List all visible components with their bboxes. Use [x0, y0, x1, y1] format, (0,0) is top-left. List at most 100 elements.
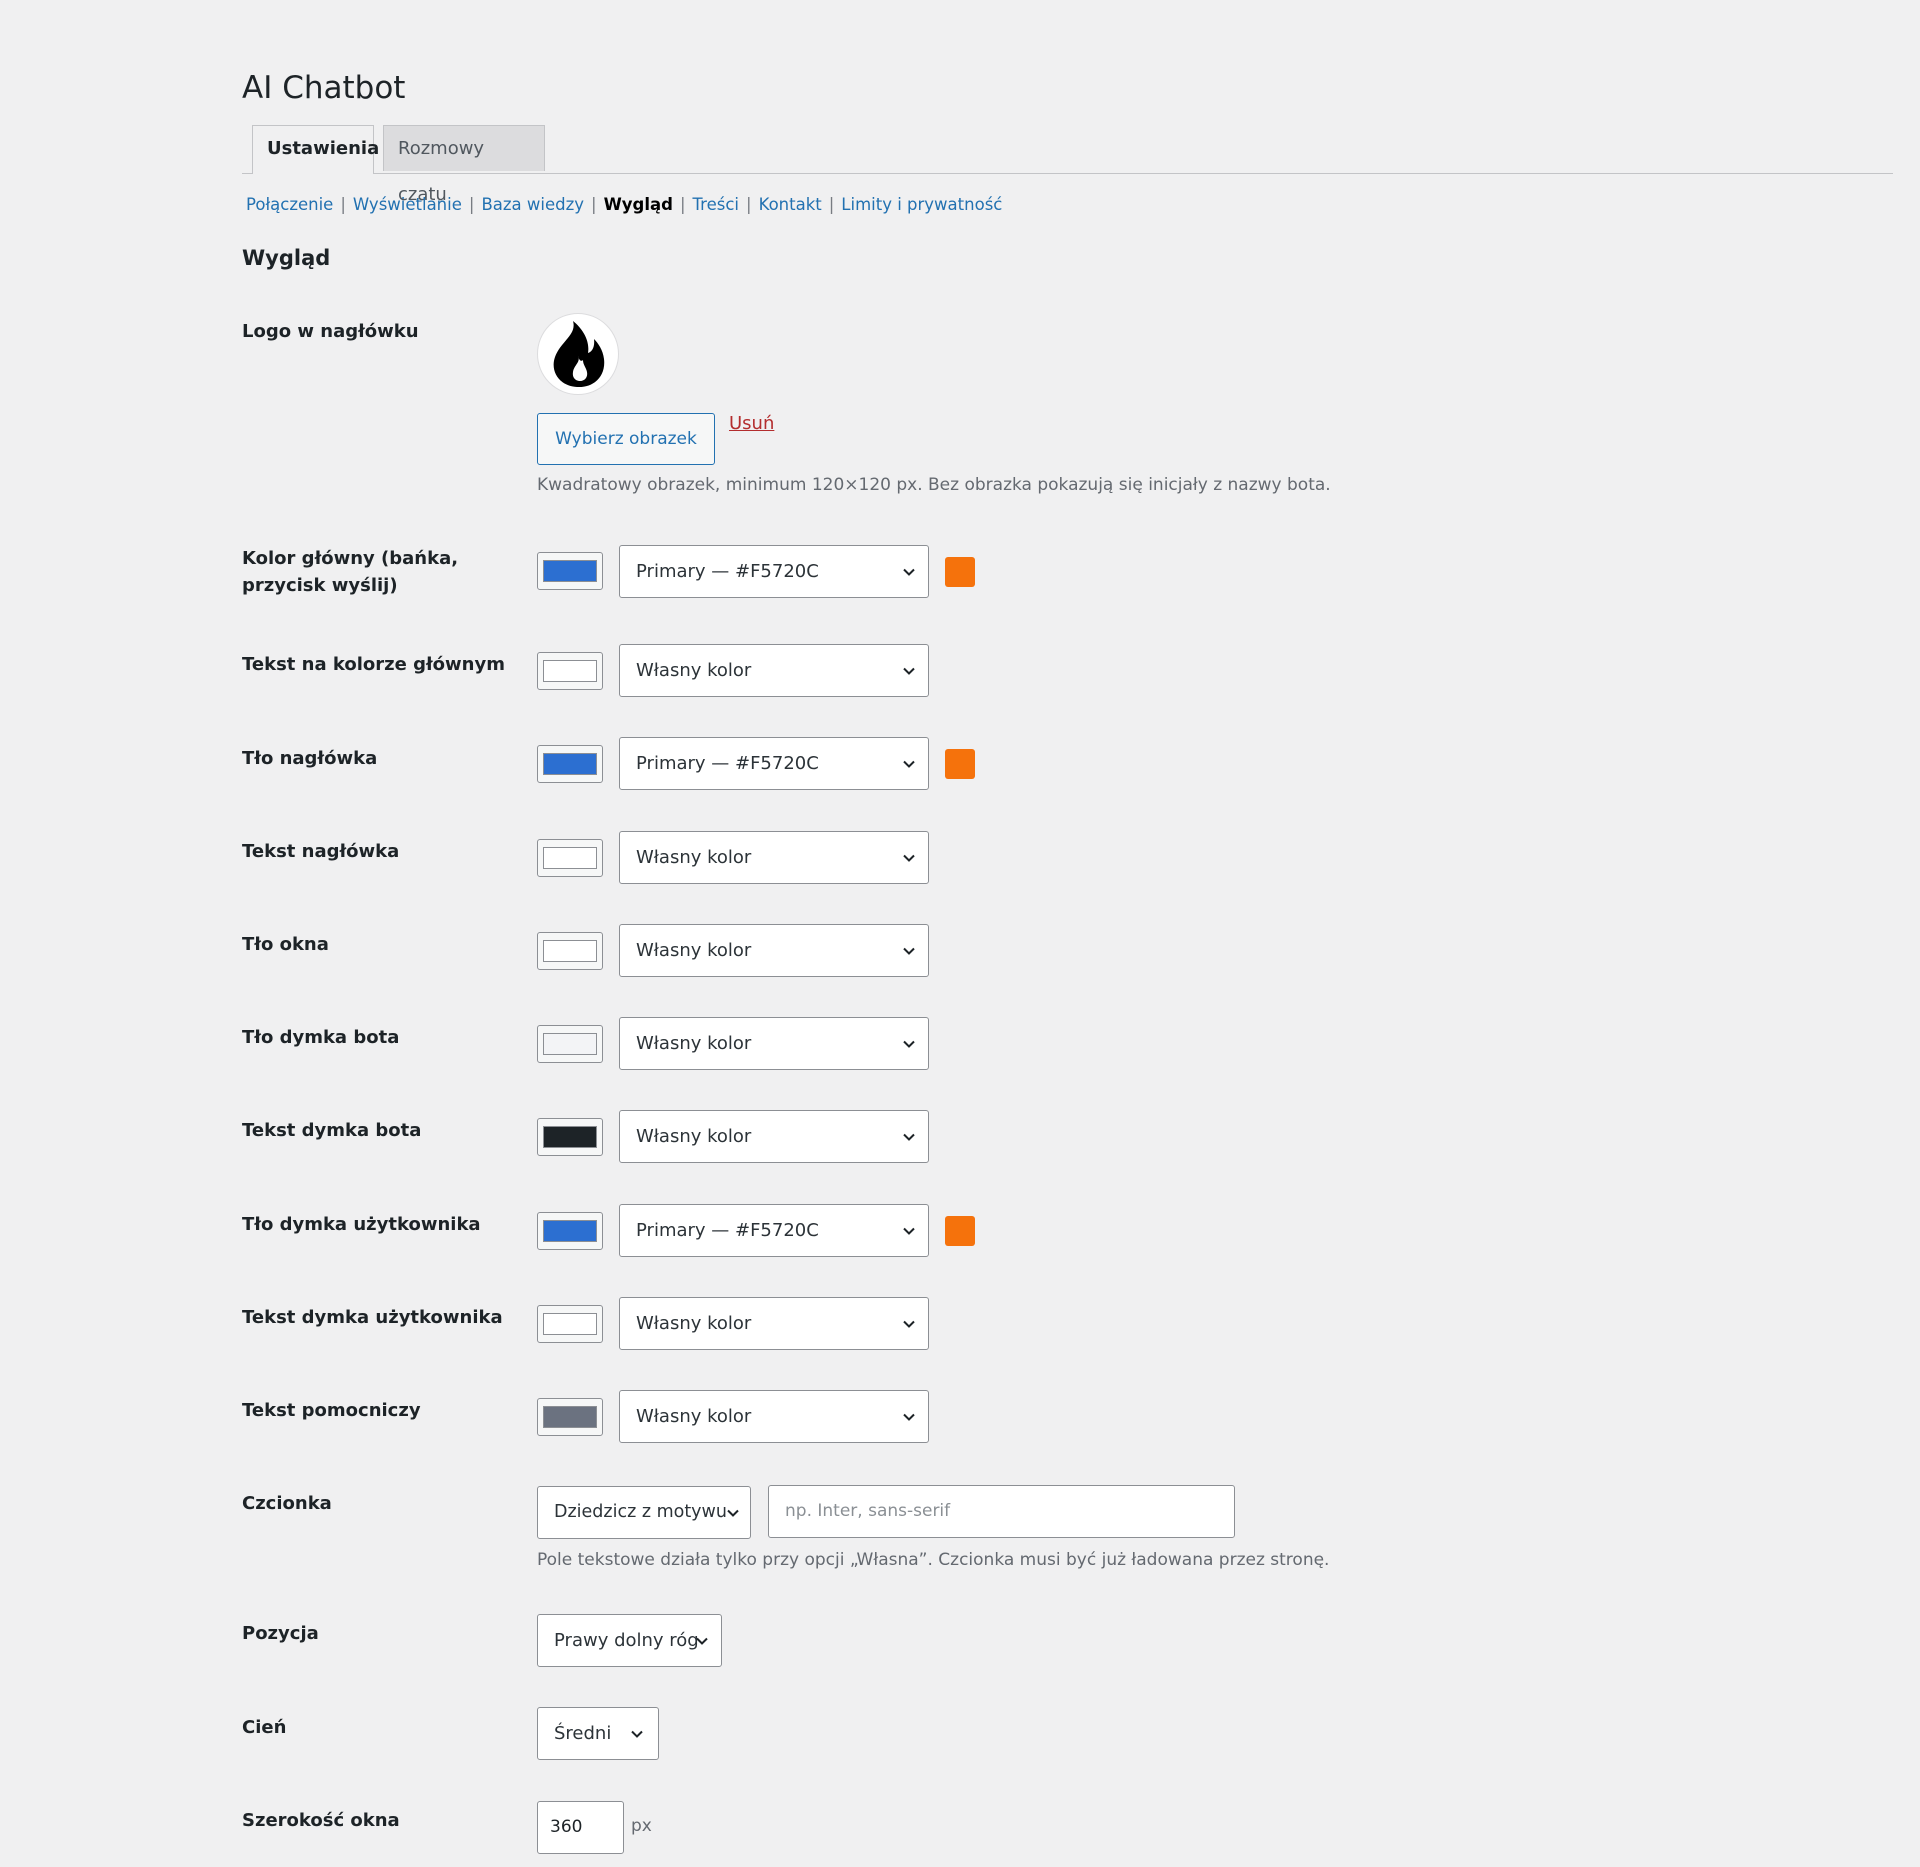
- choose-image-button[interactable]: Wybierz obrazek: [537, 413, 715, 465]
- color-preset-select[interactable]: Własny kolor: [619, 831, 929, 884]
- subnav-separator: |: [340, 195, 346, 214]
- flame-icon: [553, 321, 605, 388]
- custom-font-input[interactable]: np. Inter, sans-serif: [768, 1485, 1235, 1538]
- chevron-down-icon: [903, 1413, 915, 1421]
- color-picker-button[interactable]: [537, 552, 603, 590]
- chevron-down-icon: [903, 854, 915, 862]
- font-label: Czcionka: [242, 1493, 332, 1514]
- width-unit: px: [631, 1816, 652, 1836]
- select-value: Dziedzicz z motywu: [554, 1502, 727, 1522]
- select-value: Primary — #F5720C: [636, 1220, 819, 1241]
- select-value: Własny kolor: [636, 1126, 752, 1147]
- subnav-separator: |: [679, 195, 686, 214]
- select-value: Własny kolor: [636, 1033, 752, 1054]
- logo-description: Kwadratowy obrazek, minimum 120×120 px. …: [537, 475, 1331, 495]
- select-value: Primary — #F5720C: [636, 753, 819, 774]
- subnav-appearance[interactable]: Wygląd: [604, 195, 673, 214]
- chevron-down-icon: [903, 1320, 915, 1328]
- color-label: Tło okna: [242, 934, 329, 955]
- color-picker-button[interactable]: [537, 1305, 603, 1343]
- color-label: Kolor główny (bańka, przycisk wyślij): [242, 548, 459, 596]
- color-swatch: [543, 847, 597, 869]
- select-value: Własny kolor: [636, 1406, 752, 1427]
- color-label: Tło dymka użytkownika: [242, 1214, 481, 1235]
- preset-color-preview: [945, 557, 975, 587]
- color-preset-select[interactable]: Primary — #F5720C: [619, 737, 929, 790]
- subnav-separator: |: [746, 195, 752, 214]
- color-swatch: [543, 1220, 597, 1242]
- color-preset-select[interactable]: Własny kolor: [619, 1017, 929, 1070]
- position-label: Pozycja: [242, 1623, 319, 1644]
- subnav-separator: |: [828, 195, 835, 214]
- color-swatch: [543, 1406, 597, 1428]
- subnav-separator: |: [468, 195, 475, 214]
- color-picker-button[interactable]: [537, 1118, 603, 1156]
- select-value: Własny kolor: [636, 940, 752, 961]
- color-swatch: [543, 1033, 597, 1055]
- select-value: Średni: [554, 1723, 612, 1744]
- subnav-display[interactable]: Wyświetlanie: [353, 195, 462, 214]
- tab-settings[interactable]: Ustawienia: [252, 125, 379, 174]
- color-picker-button[interactable]: [537, 652, 603, 690]
- window-width-label: Szerokość okna: [242, 1810, 400, 1831]
- chevron-down-icon: [903, 1227, 915, 1235]
- select-value: Własny kolor: [636, 847, 752, 868]
- shadow-label: Cień: [242, 1717, 287, 1738]
- color-picker-button[interactable]: [537, 745, 603, 783]
- color-preset-select[interactable]: Własny kolor: [619, 644, 929, 697]
- page-title: AI Chatbot: [242, 70, 406, 106]
- select-value: Prawy dolny róg: [554, 1630, 699, 1651]
- chevron-down-icon: [903, 760, 915, 768]
- chevron-down-icon: [903, 1040, 915, 1048]
- font-source-select[interactable]: Dziedzicz z motywu: [537, 1486, 751, 1539]
- tab-bar: Ustawienia Rozmowy czatu: [242, 125, 1893, 205]
- color-label: Tekst pomocniczy: [242, 1400, 421, 1421]
- color-swatch: [543, 753, 597, 775]
- color-preset-select[interactable]: Własny kolor: [619, 1110, 929, 1163]
- subnav-limits-privacy[interactable]: Limity i prywatność: [841, 195, 1002, 214]
- remove-image-link[interactable]: Usuń: [729, 413, 774, 434]
- chevron-down-icon: [903, 1133, 915, 1141]
- color-label: Tekst dymka użytkownika: [242, 1307, 503, 1328]
- color-swatch: [543, 1313, 597, 1335]
- section-subnav: Połączenie | Wyświetlanie | Baza wiedzy | Wygl…: [246, 195, 1002, 214]
- color-preset-select[interactable]: Własny kolor: [619, 1297, 929, 1350]
- position-select[interactable]: Prawy dolny róg: [537, 1614, 722, 1667]
- color-picker-button[interactable]: [537, 1398, 603, 1436]
- preset-color-preview: [945, 749, 975, 779]
- color-picker-button[interactable]: [537, 932, 603, 970]
- chevron-down-icon: [696, 1637, 708, 1645]
- color-picker-button[interactable]: [537, 1212, 603, 1250]
- color-picker-button[interactable]: [537, 1025, 603, 1063]
- select-value: Własny kolor: [636, 660, 752, 681]
- color-preset-select[interactable]: Primary — #F5720C: [619, 545, 929, 598]
- color-preset-select[interactable]: Własny kolor: [619, 924, 929, 977]
- color-swatch: [543, 660, 597, 682]
- chevron-down-icon: [903, 947, 915, 955]
- color-label: Tekst na kolorze głównym: [242, 654, 505, 675]
- tab-chat-conversations[interactable]: Rozmowy czatu: [383, 125, 545, 205]
- subnav-content[interactable]: Treści: [693, 195, 739, 214]
- color-swatch: [543, 1126, 597, 1148]
- chevron-down-icon: [903, 568, 915, 576]
- color-swatch: [543, 560, 597, 582]
- window-width-input[interactable]: 360: [537, 1801, 624, 1854]
- subnav-contact[interactable]: Kontakt: [759, 195, 822, 214]
- chevron-down-icon: [631, 1730, 643, 1738]
- chevron-down-icon: [727, 1509, 739, 1517]
- color-label: Tekst nagłówka: [242, 841, 400, 862]
- logo-label: Logo w nagłówku: [242, 321, 419, 342]
- logo-preview: [537, 313, 619, 395]
- color-preset-select[interactable]: Primary — #F5720C: [619, 1204, 929, 1257]
- font-description: Pole tekstowe działa tylko przy opcji „W…: [537, 1550, 1330, 1570]
- color-preset-select[interactable]: Własny kolor: [619, 1390, 929, 1443]
- subnav-knowledge-base[interactable]: Baza wiedzy: [481, 195, 584, 214]
- subnav-connection[interactable]: Połączenie: [246, 195, 333, 214]
- color-swatch: [543, 940, 597, 962]
- color-label: Tło dymka bota: [242, 1027, 400, 1048]
- shadow-select[interactable]: Średni: [537, 1707, 659, 1760]
- section-title: Wygląd: [242, 246, 331, 270]
- select-value: Primary — #F5720C: [636, 561, 819, 582]
- color-label: Tekst dymka bota: [242, 1120, 422, 1141]
- color-picker-button[interactable]: [537, 839, 603, 877]
